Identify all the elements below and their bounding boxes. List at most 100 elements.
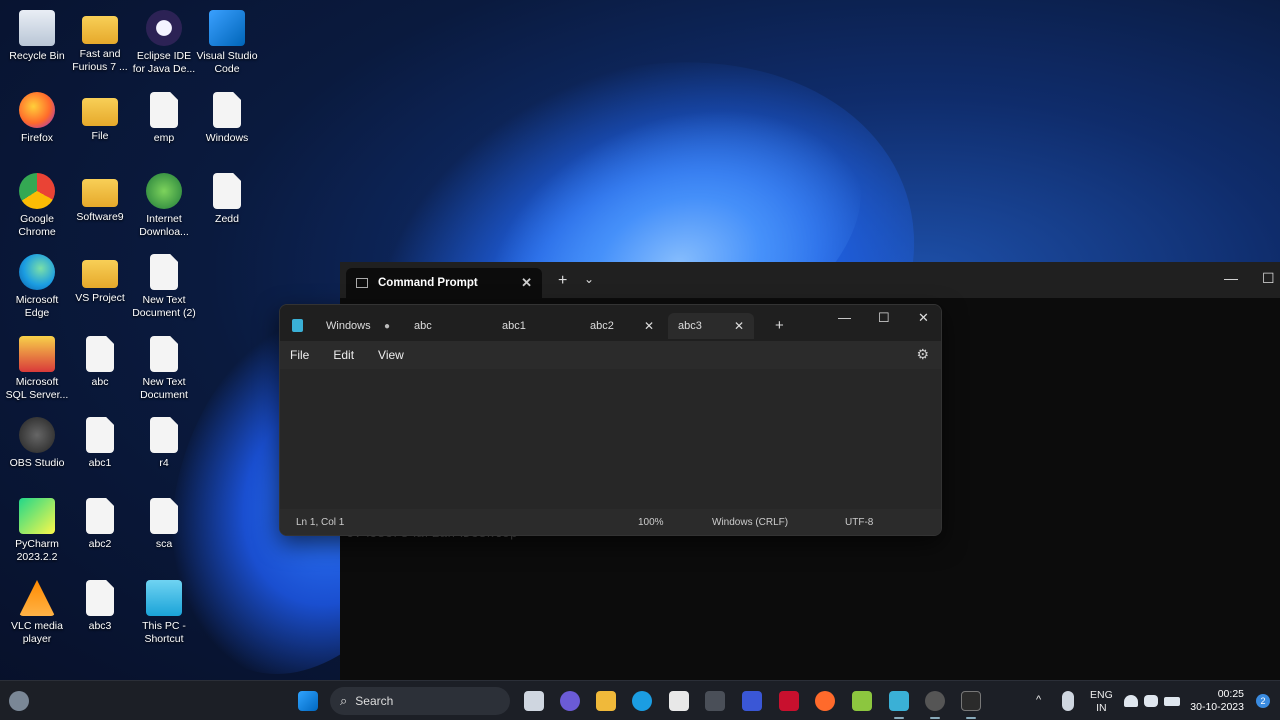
cmd-new-tab-button[interactable]: +	[558, 272, 567, 290]
notepad-minimize-button[interactable]: —	[838, 310, 851, 325]
region-code: IN	[1096, 702, 1107, 714]
cmd-dropdown-icon[interactable]: ⌄	[584, 272, 594, 286]
status-encoding[interactable]: UTF-8	[845, 517, 873, 528]
notepad-new-tab-button[interactable]: +	[775, 317, 784, 334]
notepad-window[interactable]: Windows ● abc abc1 abc2 ✕ abc3 ✕ + — ☐ ✕…	[279, 304, 942, 536]
notepad-tab-abc[interactable]: abc	[404, 313, 488, 339]
desktop-icon-9[interactable]: Software9	[68, 169, 132, 247]
desktop-icon-11[interactable]: Zedd	[195, 169, 259, 247]
obs-active-indicator	[930, 717, 940, 719]
file-explorer-icon[interactable]	[596, 691, 616, 711]
recycle-icon	[19, 10, 55, 46]
visual-studio-icon[interactable]	[742, 691, 762, 711]
desktop-icon-label: Google Chrome	[18, 213, 56, 238]
firefox-icon[interactable]	[815, 691, 835, 711]
store-icon[interactable]	[669, 691, 689, 711]
cmd-tab[interactable]: Command Prompt ✕	[346, 268, 542, 298]
desktop-icon-4[interactable]: Firefox	[5, 88, 69, 166]
status-line-ending[interactable]: Windows (CRLF)	[712, 517, 788, 528]
menu-edit[interactable]: Edit	[333, 348, 354, 362]
desktop-icon-8[interactable]: Google Chrome	[5, 169, 69, 247]
desktop-icon-26[interactable]: This PC - Shortcut	[132, 576, 196, 654]
desktop-icon-25[interactable]: abc3	[68, 576, 132, 654]
app-cube-icon[interactable]	[705, 691, 725, 711]
desktop-icon-21[interactable]: PyCharm 2023.2.2	[5, 494, 69, 572]
task-view-icon[interactable]	[524, 691, 544, 711]
desktop-icon-1[interactable]: Fast and Furious 7 ...	[68, 6, 132, 84]
tab-close-icon[interactable]: ✕	[734, 319, 744, 333]
desktop-icon-23[interactable]: sca	[132, 494, 196, 572]
firefox-icon	[19, 92, 55, 128]
desktop-icon-16[interactable]: abc	[68, 332, 132, 410]
taskbar-search[interactable]: ⌕ Search	[330, 687, 510, 715]
tab-close-icon[interactable]: ✕	[644, 319, 654, 333]
notepad-taskbar-icon[interactable]	[889, 691, 909, 711]
desktop-icon-17[interactable]: New Text Document	[132, 332, 196, 410]
notepad-text-area[interactable]	[280, 369, 941, 511]
desktop-icon-14[interactable]: New Text Document (2)	[132, 250, 196, 328]
edge-icon[interactable]	[632, 691, 652, 711]
notification-badge[interactable]: 2	[1256, 694, 1270, 708]
desktop-icon-label: Fast and Furious 7 ...	[72, 48, 128, 73]
menu-view[interactable]: View	[378, 348, 404, 362]
folder-icon	[82, 16, 118, 44]
wifi-icon[interactable]	[1124, 695, 1138, 707]
paint-icon[interactable]	[852, 691, 872, 711]
doc-icon	[150, 417, 178, 453]
status-zoom[interactable]: 100%	[638, 517, 664, 528]
desktop-icon-22[interactable]: abc2	[68, 494, 132, 572]
notepad-tab-abc2[interactable]: abc2 ✕	[580, 313, 664, 339]
desktop-icon-20[interactable]: r4	[132, 413, 196, 491]
desktop-icon-19[interactable]: abc1	[68, 413, 132, 491]
mcafee-icon[interactable]	[779, 691, 799, 711]
desktop-icon-label: Internet Downloa...	[139, 213, 189, 238]
notepad-close-button[interactable]: ✕	[918, 310, 929, 326]
teams-chat-icon[interactable]	[560, 691, 580, 711]
microphone-icon[interactable]	[1062, 691, 1074, 711]
desktop-icon-7[interactable]: Windows	[195, 88, 259, 166]
notepad-tab-abc1[interactable]: abc1	[492, 313, 576, 339]
notepad-active-indicator	[894, 717, 904, 719]
notepad-maximize-button[interactable]: ☐	[878, 310, 890, 326]
cmd-maximize-button[interactable]: ☐	[1262, 270, 1275, 287]
desktop-icon-6[interactable]: emp	[132, 88, 196, 166]
notepad-tab-abc3[interactable]: abc3 ✕	[668, 313, 754, 339]
lang-code: ENG	[1090, 689, 1113, 701]
volume-icon[interactable]	[1144, 695, 1158, 707]
desktop-icon-label: Visual Studio Code	[196, 50, 258, 75]
obs-icon[interactable]	[925, 691, 945, 711]
tab-label: abc2	[590, 320, 614, 332]
desktop-icon-13[interactable]: VS Project	[68, 250, 132, 328]
terminal-icon[interactable]	[961, 691, 981, 711]
desktop-icon-5[interactable]: File	[68, 88, 132, 166]
clock[interactable]: 00:25 30-10-2023	[1190, 688, 1244, 714]
desktop-icon-3[interactable]: Visual Studio Code	[195, 6, 259, 84]
start-icon[interactable]	[298, 691, 318, 711]
desktop-icon-12[interactable]: Microsoft Edge	[5, 250, 69, 328]
desktop-icon-0[interactable]: Recycle Bin	[5, 6, 69, 84]
settings-gear-icon[interactable]: ⚙	[916, 346, 929, 363]
battery-icon[interactable]	[1164, 697, 1180, 706]
desktop-icon-2[interactable]: Eclipse IDE for Java De...	[132, 6, 196, 84]
cmd-tab-title: Command Prompt	[378, 277, 478, 289]
tray-chevron-icon[interactable]: ^	[1036, 694, 1041, 706]
desktop-icon-24[interactable]: VLC media player	[5, 576, 69, 654]
cmd-tab-close-icon[interactable]: ✕	[521, 275, 532, 291]
weather-icon[interactable]	[9, 691, 29, 711]
desktop-icon-15[interactable]: Microsoft SQL Server...	[5, 332, 69, 410]
desktop-icon-10[interactable]: Internet Downloa...	[132, 169, 196, 247]
desktop-icon-18[interactable]: OBS Studio	[5, 413, 69, 491]
search-icon: ⌕	[340, 693, 348, 708]
doc-icon	[86, 336, 114, 372]
cmd-minimize-button[interactable]: —	[1224, 270, 1238, 286]
desktop-icon-label: abc3	[88, 620, 112, 632]
menu-file[interactable]: File	[290, 348, 309, 362]
desktop-icon-label: Eclipse IDE for Java De...	[132, 50, 196, 75]
eclipse-icon	[146, 10, 182, 46]
desktop-icon-label: Software9	[76, 211, 124, 223]
folder-icon	[82, 179, 118, 207]
notepad-tab-windows[interactable]: Windows ●	[316, 313, 400, 339]
desktop-icon-label: This PC - Shortcut	[142, 620, 186, 645]
language-indicator[interactable]: ENG IN	[1090, 689, 1113, 715]
terminal-active-indicator	[966, 717, 976, 719]
